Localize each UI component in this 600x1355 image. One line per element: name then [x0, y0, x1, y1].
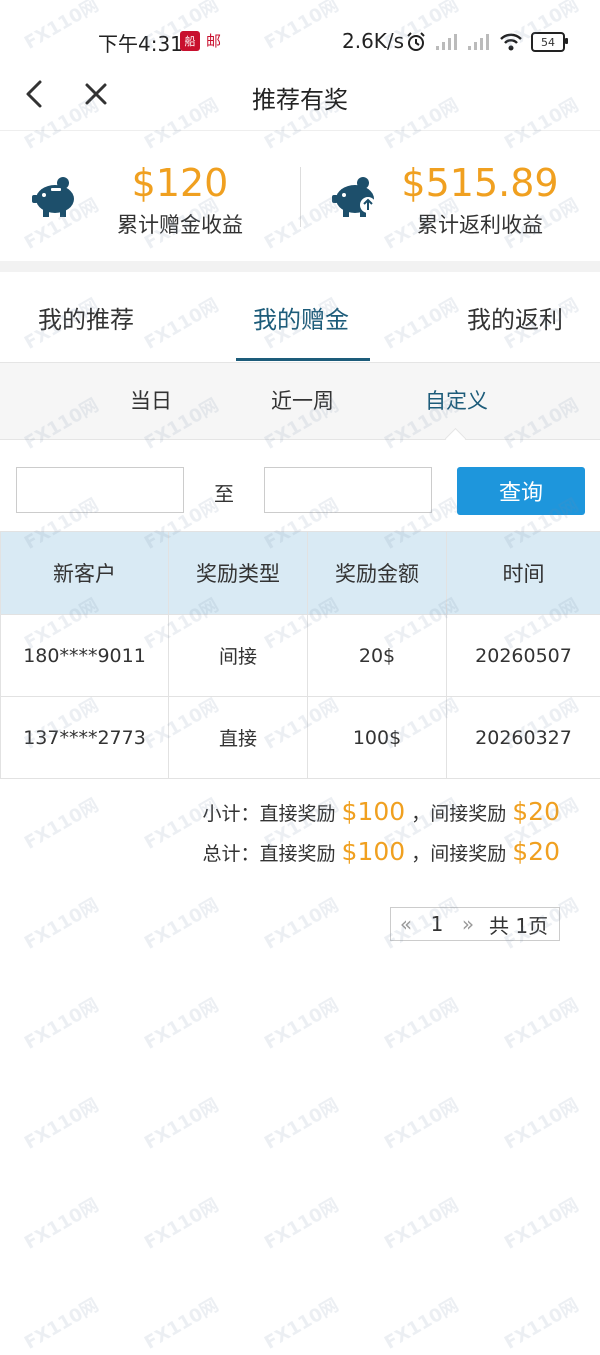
watermark: FX110网: [19, 1191, 103, 1254]
watermark: FX110网: [19, 1091, 103, 1154]
rebate-earnings-value: $515.89: [380, 161, 580, 205]
cell-reward-amount: 20$: [308, 615, 447, 697]
tab-my-referrals[interactable]: 我的推荐: [38, 300, 134, 335]
watermark: FX110网: [259, 1291, 343, 1354]
status-icons: 54: [405, 32, 565, 52]
watermark: FX110网: [139, 991, 223, 1054]
mail-notification-icon: 邮: [206, 30, 221, 51]
filter-caret: [445, 428, 466, 449]
watermark: FX110网: [19, 891, 103, 954]
subtotal-label: 小计：直接奖励: [202, 803, 335, 825]
earnings-summary: $120 累计赠金收益 $515.89 累计返利收益: [0, 131, 600, 261]
watermark: FX110网: [139, 891, 223, 954]
cell-reward-amount: 100$: [308, 697, 447, 779]
cell-customer: 137****2773: [1, 697, 169, 779]
page-title: 推荐有奖: [0, 80, 600, 115]
navigation-bar: 推荐有奖: [0, 60, 600, 131]
app-notification-icon: 船: [180, 31, 200, 51]
watermark: FX110网: [499, 991, 583, 1054]
column-header-time: 时间: [447, 532, 600, 615]
signal-2-icon: [467, 33, 491, 51]
watermark: FX110网: [139, 1291, 223, 1354]
query-button[interactable]: 查询: [457, 467, 585, 515]
signal-icon: [435, 33, 459, 51]
watermark: FX110网: [19, 1291, 103, 1354]
cell-time: 20260507: [447, 615, 600, 697]
table-row: 180****9011 间接 20$ 20260507: [1, 615, 600, 697]
column-header-new-customer: 新客户: [1, 532, 169, 615]
battery-icon: 54: [531, 32, 565, 52]
subtotal-separator: ，间接奖励: [411, 803, 506, 825]
bonus-records-table: 新客户 奖励类型 奖励金额 时间 180****9011 间接 20$ 2026…: [0, 531, 600, 779]
date-filter-bar: 当日 近一周 自定义: [0, 363, 600, 440]
start-date-input[interactable]: [16, 467, 184, 513]
subtotal-indirect-amount: $20: [512, 797, 560, 826]
watermark: FX110网: [379, 1191, 463, 1254]
column-header-reward-type: 奖励类型: [169, 532, 308, 615]
watermark: FX110网: [259, 1191, 343, 1254]
prev-page-button[interactable]: «: [391, 912, 421, 936]
tab-bar: 我的推荐 我的赠金 我的返利: [0, 272, 600, 363]
column-header-reward-amount: 奖励金额: [308, 532, 447, 615]
active-tab-indicator: [236, 358, 370, 361]
filter-custom[interactable]: 自定义: [425, 385, 488, 415]
status-time: 下午4:31: [98, 28, 183, 57]
filter-today[interactable]: 当日: [130, 385, 172, 415]
cell-reward-type: 直接: [169, 697, 308, 779]
total-line: 总计：直接奖励 $100 ，间接奖励 $20: [202, 837, 560, 866]
watermark: FX110网: [379, 991, 463, 1054]
watermark: FX110网: [379, 1091, 463, 1154]
cell-reward-type: 间接: [169, 615, 308, 697]
watermark: FX110网: [19, 991, 103, 1054]
section-divider: [0, 261, 600, 272]
network-speed: 2.6K/s: [342, 29, 404, 53]
watermark: FX110网: [19, 791, 103, 854]
cell-customer: 180****9011: [1, 615, 169, 697]
rebate-earnings: $515.89 累计返利收益: [300, 131, 600, 261]
table-row: 137****2773 直接 100$ 20260327: [1, 697, 600, 779]
alarm-icon: [405, 31, 427, 53]
current-page[interactable]: 1: [421, 912, 453, 936]
gift-earnings: $120 累计赠金收益: [0, 131, 300, 261]
watermark: FX110网: [139, 1191, 223, 1254]
subtotal-direct-amount: $100: [342, 797, 406, 826]
total-separator: ，间接奖励: [411, 843, 506, 865]
cell-time: 20260327: [447, 697, 600, 779]
watermark: FX110网: [139, 1091, 223, 1154]
rebate-earnings-label: 累计返利收益: [380, 209, 580, 239]
watermark: FX110网: [259, 891, 343, 954]
table-header-row: 新客户 奖励类型 奖励金额 时间: [1, 532, 600, 615]
total-direct-amount: $100: [342, 837, 406, 866]
watermark: FX110网: [259, 991, 343, 1054]
total-label: 总计：直接奖励: [202, 843, 335, 865]
tab-my-rebate[interactable]: 我的返利: [467, 300, 563, 335]
subtotal-line: 小计：直接奖励 $100 ，间接奖励 $20: [202, 797, 560, 826]
total-indirect-amount: $20: [512, 837, 560, 866]
gift-earnings-label: 累计赠金收益: [80, 209, 280, 239]
end-date-input[interactable]: [264, 467, 432, 513]
watermark: FX110网: [259, 1091, 343, 1154]
piggy-bank-upload-icon: [330, 171, 380, 221]
next-page-button[interactable]: »: [453, 912, 483, 936]
filter-last-week[interactable]: 近一周: [271, 385, 334, 415]
watermark: FX110网: [499, 1091, 583, 1154]
watermark: FX110网: [499, 1191, 583, 1254]
gift-earnings-value: $120: [80, 161, 280, 205]
watermark: FX110网: [379, 1291, 463, 1354]
piggy-bank-icon: [30, 171, 80, 221]
total-pages: 共 1页: [489, 910, 548, 939]
tab-my-bonus[interactable]: 我的赠金: [253, 300, 349, 335]
watermark: FX110网: [499, 1291, 583, 1354]
wifi-icon: [499, 32, 523, 52]
date-range-separator: 至: [214, 478, 234, 507]
pagination: « 1 » 共 1页: [390, 907, 560, 941]
